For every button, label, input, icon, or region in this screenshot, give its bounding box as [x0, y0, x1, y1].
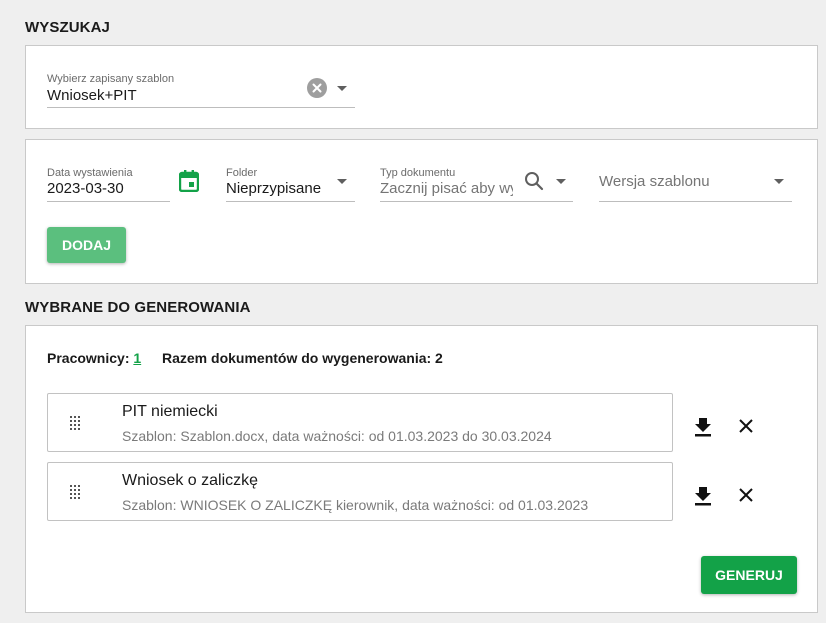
document-title: PIT niemiecki	[122, 403, 218, 420]
selected-section-title: WYBRANE DO GENEROWANIA	[25, 299, 251, 316]
doc-type-chevron-down-icon[interactable]	[556, 179, 566, 184]
total-documents-summary: Razem dokumentów do wygenerowania: 2	[162, 350, 443, 366]
doc-type-underline	[380, 201, 573, 202]
doc-type-label: Typ dokumentu	[380, 167, 456, 179]
saved-template-label: Wybierz zapisany szablon	[47, 73, 175, 85]
saved-template-card: Wybierz zapisany szablon Wniosek+PIT	[25, 45, 818, 129]
drag-handle-icon[interactable]	[70, 416, 82, 430]
issue-date-underline	[47, 201, 170, 202]
folder-chevron-down-icon[interactable]	[337, 179, 347, 184]
remove-close-icon[interactable]	[738, 418, 754, 434]
saved-template-chevron-down-icon[interactable]	[337, 86, 347, 91]
document-subtitle: Szablon: Szablon.docx, data ważności: od…	[122, 428, 552, 444]
employees-summary: Pracownicy: 1	[47, 350, 141, 366]
remove-close-icon[interactable]	[738, 487, 754, 503]
clear-selection-icon[interactable]	[307, 78, 327, 98]
issue-date-label: Data wystawienia	[47, 167, 133, 179]
employees-count-link[interactable]: 1	[133, 350, 141, 366]
template-version-select[interactable]: Wersja szablonu	[599, 173, 759, 190]
generate-button[interactable]: GENERUJ	[701, 556, 797, 594]
drag-handle-icon[interactable]	[70, 485, 82, 499]
document-title: Wniosek o zaliczkę	[122, 472, 259, 489]
download-icon[interactable]	[694, 417, 712, 437]
template-version-chevron-down-icon[interactable]	[774, 179, 784, 184]
calendar-icon[interactable]	[179, 170, 199, 192]
doc-type-input[interactable]: Zacznij pisać aby wy	[380, 180, 513, 197]
document-list-item[interactable]: PIT niemiecki Szablon: Szablon.docx, dat…	[47, 393, 673, 452]
search-section-title: WYSZUKAJ	[25, 19, 110, 36]
document-list-item[interactable]: Wniosek o zaliczkę Szablon: WNIOSEK O ZA…	[47, 462, 673, 521]
filters-card: Data wystawienia 2023-03-30 Folder Niepr…	[25, 139, 818, 284]
issue-date-input[interactable]: 2023-03-30	[47, 180, 157, 197]
folder-label: Folder	[226, 167, 258, 179]
search-icon[interactable]	[524, 171, 544, 191]
download-icon[interactable]	[694, 486, 712, 506]
selected-card: Pracownicy: 1 Razem dokumentów do wygene…	[25, 325, 818, 613]
saved-template-value[interactable]: Wniosek+PIT	[47, 87, 297, 104]
employees-label: Pracownicy:	[47, 350, 130, 366]
folder-select[interactable]: Nieprzypisane	[226, 180, 331, 197]
folder-underline	[226, 201, 355, 202]
saved-template-underline	[47, 107, 355, 108]
add-button[interactable]: DODAJ	[47, 227, 126, 263]
document-subtitle: Szablon: WNIOSEK O ZALICZKĘ kierownik, d…	[122, 497, 589, 513]
template-version-underline	[599, 201, 792, 202]
